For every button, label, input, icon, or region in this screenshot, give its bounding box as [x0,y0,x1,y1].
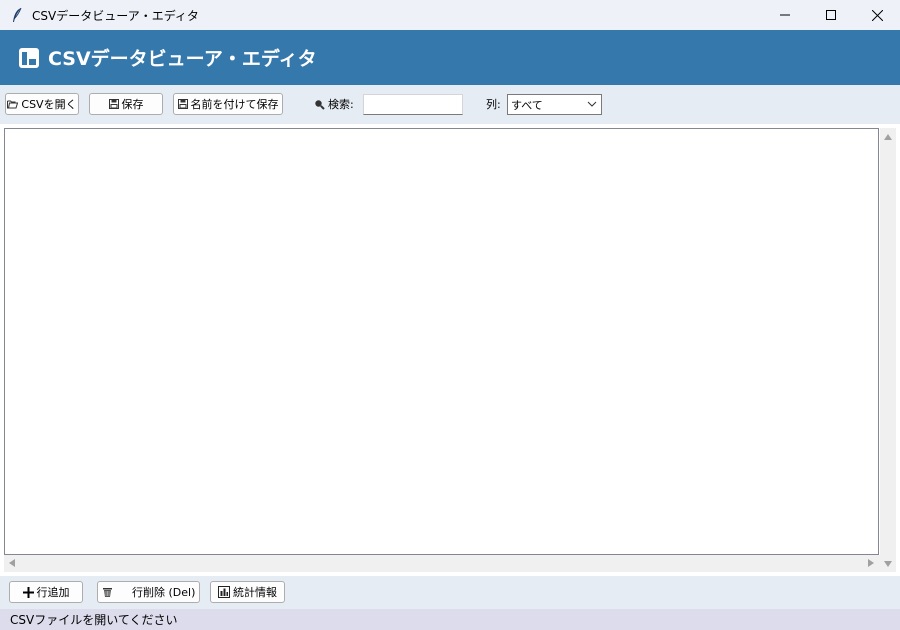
status-text: CSVファイルを開いてください [10,613,178,627]
trash-icon [103,588,112,597]
feather-icon [6,4,28,26]
window-titlebar: CSVデータビューア・エディタ [0,0,900,30]
save-button[interactable]: 保存 [89,93,163,115]
scroll-down-arrow-icon[interactable] [884,561,892,567]
horizontal-scrollbar[interactable] [4,555,880,572]
save-as-label: 名前を付けて保存 [190,98,279,111]
chevron-down-icon [587,101,597,107]
scroll-left-arrow-icon[interactable] [9,559,15,567]
csv-table[interactable] [4,128,879,555]
notebook-icon [19,47,39,68]
column-select[interactable]: すべて [507,94,602,115]
save-label: 保存 [121,98,144,111]
close-button[interactable] [854,0,900,30]
minimize-icon [780,14,790,16]
scroll-up-arrow-icon[interactable] [884,134,892,140]
search-input[interactable] [363,94,463,115]
maximize-button[interactable] [808,0,854,30]
status-bar: CSVファイルを開いてください [0,609,900,630]
scroll-right-arrow-icon[interactable] [868,559,874,567]
open-csv-label: CSVを開く [21,98,77,111]
window-title: CSVデータビューア・エディタ [32,8,199,23]
add-row-button[interactable]: 行追加 [9,581,83,603]
search-label-text: 検索: [328,98,354,111]
statistics-button[interactable]: 統計情報 [210,581,285,603]
delete-row-button[interactable]: 行削除 (Del) [97,581,200,603]
bar-chart-icon [218,586,230,598]
floppy-disk-icon [177,99,188,109]
main-toolbar: CSVを開く 保存 名前を付けて保存 検索: 列: すべて [0,85,900,124]
minimize-button[interactable] [762,0,808,30]
magnifier-icon [315,99,325,110]
close-icon [871,9,883,21]
delete-row-label: 行削除 (Del) [132,586,196,599]
row-actions-toolbar: 行追加 行削除 (Del) 統計情報 [0,576,900,609]
maximize-icon [826,10,836,20]
search-label: 検索: [314,93,354,115]
save-as-button[interactable]: 名前を付けて保存 [173,93,283,115]
open-csv-button[interactable]: CSVを開く [5,93,79,115]
column-select-value: すべて [511,98,543,112]
app-header: CSVデータビューア・エディタ [0,30,900,85]
statistics-label: 統計情報 [233,586,277,599]
plus-icon [22,586,34,598]
folder-open-icon [7,100,19,109]
window-controls [762,0,900,30]
floppy-disk-icon [108,99,119,109]
app-title: CSVデータビューア・エディタ [48,48,317,70]
column-label: 列: [486,93,501,115]
add-row-label: 行追加 [36,586,70,599]
vertical-scrollbar[interactable] [880,128,896,572]
column-label-text: 列: [486,98,501,111]
